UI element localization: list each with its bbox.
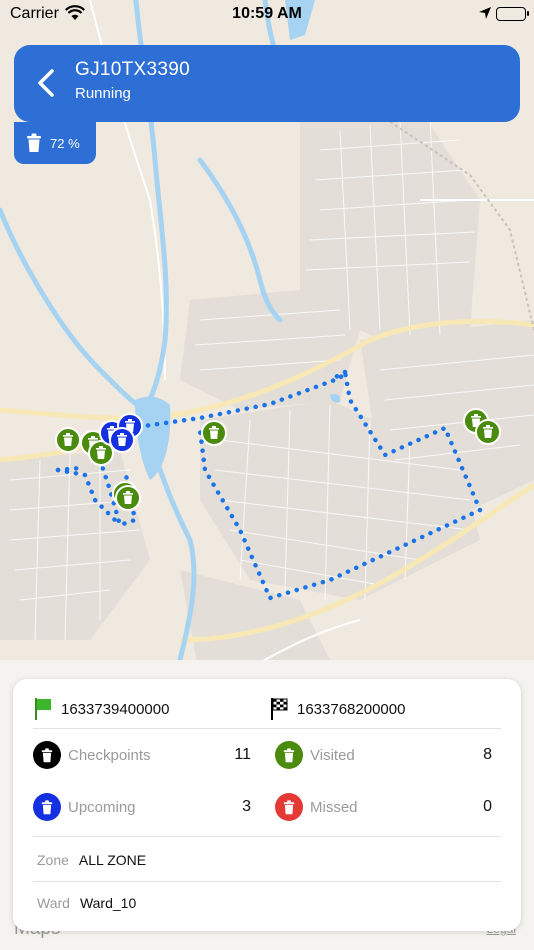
missed-stat: Missed (275, 792, 358, 822)
trash-icon (27, 133, 41, 152)
visited-checkpoint-marker[interactable] (55, 427, 81, 453)
battery-icon (496, 7, 529, 21)
divider (33, 836, 501, 837)
status-bar: Carrier 10:59 AM (0, 0, 534, 30)
visited-trash-icon (275, 741, 303, 769)
end-time: 1633768200000 (269, 695, 405, 723)
upcoming-label: Upcoming (68, 798, 136, 816)
zone-row: Zone ALL ZONE (37, 852, 146, 868)
checkpoints-label: Checkpoints (68, 746, 151, 764)
ward-label: Ward (37, 895, 70, 911)
vehicle-status: Running (75, 85, 131, 102)
upcoming-checkpoint-marker[interactable] (109, 427, 135, 453)
vehicle-number: GJ10TX3390 (75, 59, 190, 80)
visited-stat: Visited (275, 740, 355, 770)
missed-trash-icon (275, 793, 303, 821)
visited-label: Visited (310, 746, 355, 764)
start-flag-icon (35, 698, 51, 720)
missed-label: Missed (310, 798, 358, 816)
checkpoints-count: 11 (234, 746, 251, 763)
start-time: 1633739400000 (33, 695, 169, 723)
start-time-value: 1633739400000 (61, 700, 170, 718)
ward-value: Ward_10 (79, 895, 137, 911)
zone-label: Zone (37, 852, 69, 868)
ward-row: Ward Ward_10 (37, 895, 136, 911)
back-button[interactable] (28, 65, 64, 101)
checkpoints-stat: Checkpoints (33, 740, 151, 770)
route-summary-card: 1633739400000 1633768200000 Checkpoints … (13, 679, 521, 931)
fill-level-badge: 72 % (14, 122, 96, 164)
divider (33, 881, 501, 882)
location-arrow-icon (478, 6, 492, 25)
time-row: 1633739400000 1633768200000 (33, 695, 501, 729)
upcoming-stat: Upcoming (33, 792, 136, 822)
checkpoint-trash-icon (33, 741, 61, 769)
zone-value: ALL ZONE (78, 852, 147, 868)
upcoming-count: 3 (242, 798, 251, 815)
visited-checkpoint-marker[interactable] (475, 419, 501, 445)
finish-flag-icon (271, 698, 288, 720)
end-time-value: 1633768200000 (297, 700, 406, 718)
missed-count: 0 (483, 798, 492, 815)
visited-count: 8 (483, 746, 492, 763)
visited-checkpoint-marker[interactable] (115, 485, 141, 511)
fill-level-text: 72 % (50, 135, 80, 151)
vehicle-header: GJ10TX3390 Running (14, 45, 520, 122)
chevron-left-icon (38, 69, 54, 97)
clock: 10:59 AM (232, 5, 302, 22)
visited-checkpoint-marker[interactable] (201, 420, 227, 446)
upcoming-trash-icon (33, 793, 61, 821)
